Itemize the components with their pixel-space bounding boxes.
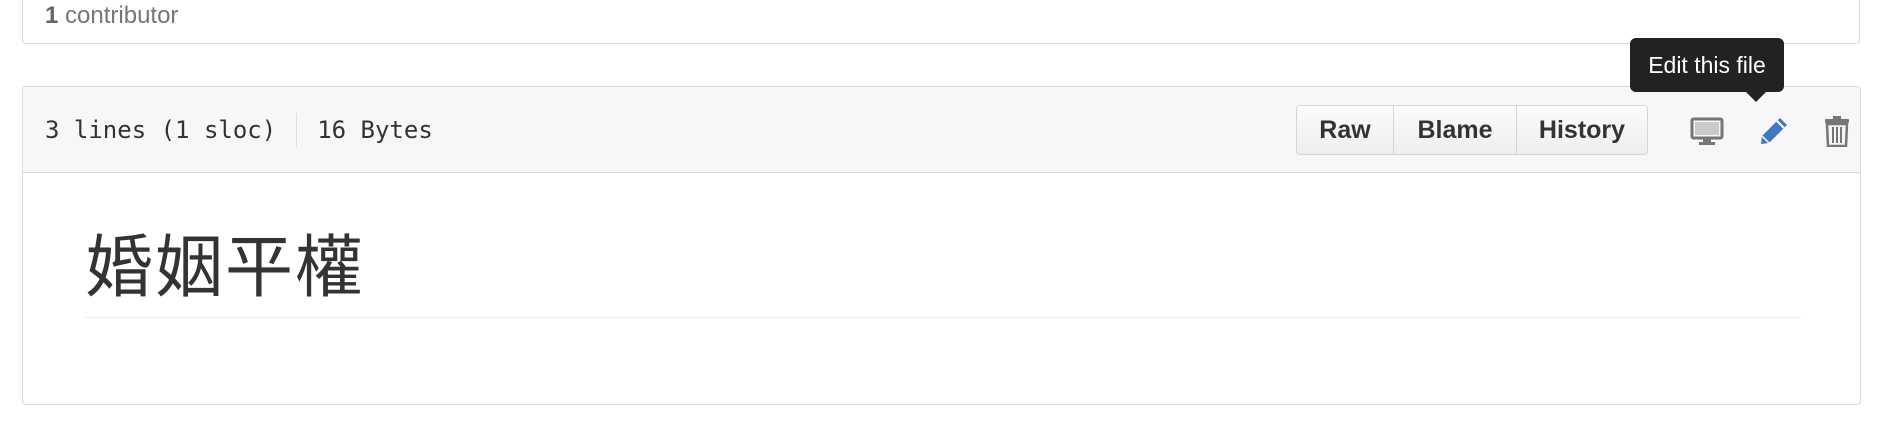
file-content: 婚姻平權 bbox=[23, 173, 1860, 405]
pencil-icon[interactable] bbox=[1757, 115, 1791, 147]
history-button[interactable]: History bbox=[1516, 106, 1647, 154]
file-size: 16 Bytes bbox=[317, 116, 433, 144]
file-header: 3 lines (1 sloc) 16 Bytes Raw Blame Hist… bbox=[23, 87, 1860, 173]
file-viewer: 3 lines (1 sloc) 16 Bytes Raw Blame Hist… bbox=[22, 86, 1861, 405]
file-line-count: 3 lines (1 sloc) bbox=[45, 116, 277, 144]
raw-button[interactable]: Raw bbox=[1297, 106, 1393, 154]
file-info: 3 lines (1 sloc) 16 Bytes bbox=[45, 87, 433, 173]
contributors-summary: 1 contributor bbox=[22, 0, 1860, 44]
contributors-text[interactable]: 1 contributor bbox=[45, 2, 178, 30]
markdown-heading: 婚姻平權 bbox=[85, 233, 1801, 318]
info-divider bbox=[296, 113, 298, 147]
file-actions-button-group: Raw Blame History bbox=[1296, 105, 1648, 155]
edit-file-tooltip: Edit this file bbox=[1630, 38, 1784, 92]
contributors-count: 1 bbox=[45, 2, 59, 29]
tooltip-arrow bbox=[1746, 92, 1766, 102]
desktop-icon[interactable] bbox=[1690, 115, 1724, 147]
blame-button[interactable]: Blame bbox=[1393, 106, 1516, 154]
trash-icon[interactable] bbox=[1820, 115, 1854, 147]
contributors-label: contributor bbox=[65, 2, 179, 29]
